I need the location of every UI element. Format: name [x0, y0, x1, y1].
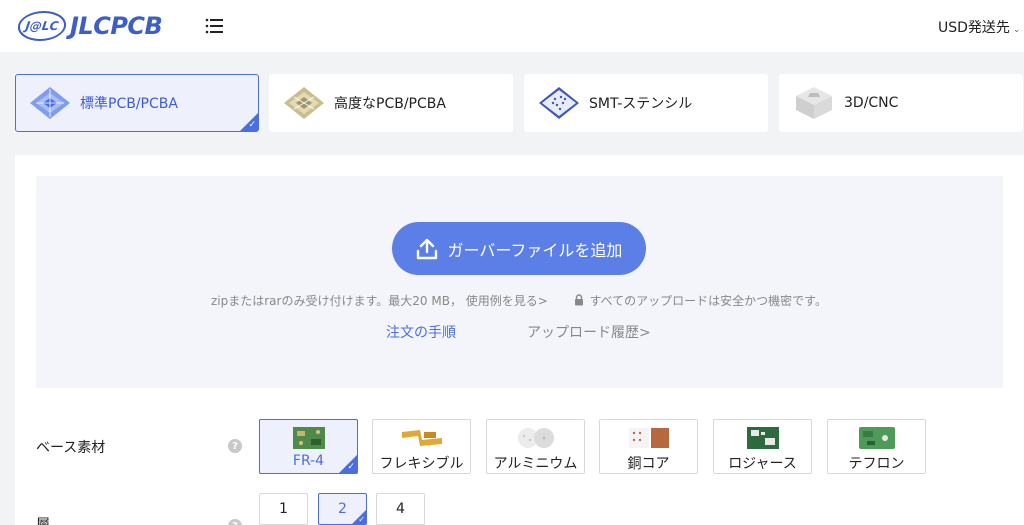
upload-dropzone[interactable]	[36, 176, 1003, 388]
check-icon: ✓	[358, 515, 365, 524]
tab-3d-cnc[interactable]: 3D/CNC	[779, 74, 1023, 132]
hamburger-icon[interactable]	[204, 16, 226, 36]
security-text: すべてのアップロードは安全かつ機密です。	[589, 294, 827, 308]
layer-label: 2	[338, 501, 347, 517]
tab-label: 標準PCB/PCBA	[80, 96, 178, 112]
check-icon: ✓	[248, 120, 256, 130]
smt-stencil-icon	[537, 83, 581, 123]
add-gerber-button[interactable]: ガーバーファイルを追加	[392, 222, 646, 275]
logo-mark: J@LC	[15, 11, 69, 41]
tab-advanced-pcb[interactable]: 高度なPCB/PCBA	[269, 74, 513, 132]
layers-label: 層	[36, 517, 50, 525]
advanced-pcb-icon	[282, 83, 326, 123]
material-fr4[interactable]: FR-4 ✓	[259, 419, 358, 474]
base-material-label: ベース素材	[36, 440, 106, 456]
layer-option-1[interactable]: 1	[259, 493, 308, 525]
help-icon[interactable]: ?	[228, 439, 242, 453]
check-icon: ✓	[347, 462, 355, 472]
jlcpcb-logo[interactable]: J@LC JLCPCB	[15, 10, 163, 42]
fr4-board-icon	[287, 426, 331, 450]
chevron-down-icon: ⌄	[1012, 25, 1021, 35]
material-label: 銅コア	[627, 456, 670, 472]
tab-standard-pcb[interactable]: 標準PCB/PCBA ✓	[15, 74, 259, 132]
tab-label: SMT-ステンシル	[589, 96, 693, 112]
material-aluminum[interactable]: アルミニウム	[486, 419, 585, 474]
material-rogers[interactable]: ロジャース	[713, 419, 812, 474]
aluminum-board-icon	[514, 426, 558, 450]
tab-label: 3D/CNC	[844, 95, 899, 111]
material-copper-core[interactable]: 銅コア	[599, 419, 698, 474]
add-gerber-label: ガーバーファイルを追加	[447, 240, 623, 260]
rogers-board-icon	[741, 426, 785, 450]
material-label: ロジャース	[728, 456, 797, 472]
layer-option-4[interactable]: 4	[376, 493, 425, 525]
layer-option-2[interactable]: 2 ✓	[318, 493, 367, 525]
standard-pcb-icon	[28, 83, 72, 123]
logo-text: JLCPCB	[70, 12, 163, 40]
material-teflon[interactable]: テフロン	[827, 419, 926, 474]
flex-board-icon	[400, 426, 444, 450]
upload-info: zipまたはrarのみ受け付けます。最大20 MB， 使用例を見る> すべてのア…	[0, 292, 1024, 309]
currency-label: USD発送先	[938, 20, 1010, 36]
order-steps-link[interactable]: 注文の手順	[386, 322, 456, 342]
upload-icon	[416, 238, 437, 259]
example-link[interactable]: 使用例を見る>	[466, 294, 548, 308]
currency-selector[interactable]: USD発送先 ⌄	[938, 17, 1020, 37]
material-label: フレキシブル	[379, 456, 464, 472]
top-header: J@LC JLCPCB USD発送先 ⌄	[0, 0, 1024, 52]
lock-icon	[574, 294, 584, 309]
material-label: テフロン	[848, 456, 905, 472]
file-limit-text: zipまたはrarのみ受け付けます。最大20 MB，	[211, 294, 462, 308]
tab-smt-stencil[interactable]: SMT-ステンシル	[524, 74, 768, 132]
3d-cnc-icon	[792, 83, 836, 123]
teflon-board-icon	[855, 426, 899, 450]
material-label: アルミニウム	[493, 456, 578, 472]
copper-board-icon	[627, 426, 671, 450]
upload-history-link[interactable]: アップロード履歴>	[527, 322, 651, 342]
tab-label: 高度なPCB/PCBA	[334, 96, 446, 112]
material-flexible[interactable]: フレキシブル	[372, 419, 471, 474]
